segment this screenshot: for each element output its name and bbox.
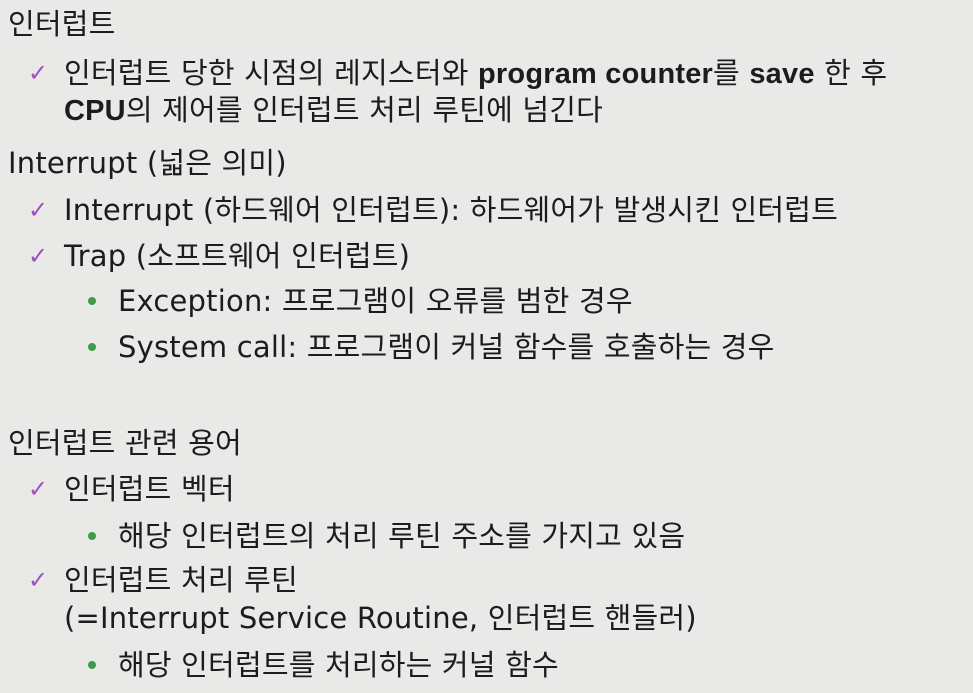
list-item-continuation: CPU의 제어를 인터럽트 처리 루틴에 넘긴다: [64, 93, 604, 127]
slide: 인터럽트 ✓ 인터럽트 당한 시점의 레지스터와 program counter를…: [0, 0, 973, 693]
list-item-continuation: (=Interrupt Service Routine, 인터럽트 핸들러): [64, 601, 697, 635]
bullet-dot-icon: [88, 532, 96, 540]
check-icon: ✓: [28, 59, 49, 87]
section-heading-terms: 인터럽트 관련 용어: [8, 426, 242, 460]
sub-list-item: 해당 인터럽트의 처리 루틴 주소를 가지고 있음: [88, 518, 685, 554]
check-icon: ✓: [28, 566, 49, 594]
bullet-dot-icon: [88, 297, 96, 305]
list-item: ✓ 인터럽트 당한 시점의 레지스터와 program counter를 save…: [28, 56, 888, 90]
section-heading-broad-interrupt: Interrupt (넓은 의미): [8, 146, 287, 180]
list-item: ✓ 인터럽트 벡터: [28, 472, 235, 506]
bold-term: save: [749, 58, 815, 90]
sub-list-item: 해당 인터럽트를 처리하는 커널 함수: [88, 647, 559, 683]
bullet-dot-icon: [88, 343, 96, 351]
section-heading-interrupt: 인터럽트: [8, 7, 116, 41]
check-icon: ✓: [28, 242, 49, 270]
list-item: ✓ Interrupt (하드웨어 인터럽트): 하드웨어가 발생시킨 인터럽트: [28, 193, 839, 227]
list-item: ✓ 인터럽트 처리 루틴: [28, 563, 298, 597]
sub-list-item: System call: 프로그램이 커널 함수를 호출하는 경우: [88, 329, 775, 365]
check-icon: ✓: [28, 475, 49, 503]
sub-list-item: Exception: 프로그램이 오류를 범한 경우: [88, 283, 633, 319]
bullet-dot-icon: [88, 661, 96, 669]
bold-term: program counter: [478, 58, 714, 90]
list-item: ✓ Trap (소프트웨어 인터럽트): [28, 239, 411, 273]
bold-term: CPU: [64, 95, 126, 127]
check-icon: ✓: [28, 196, 49, 224]
